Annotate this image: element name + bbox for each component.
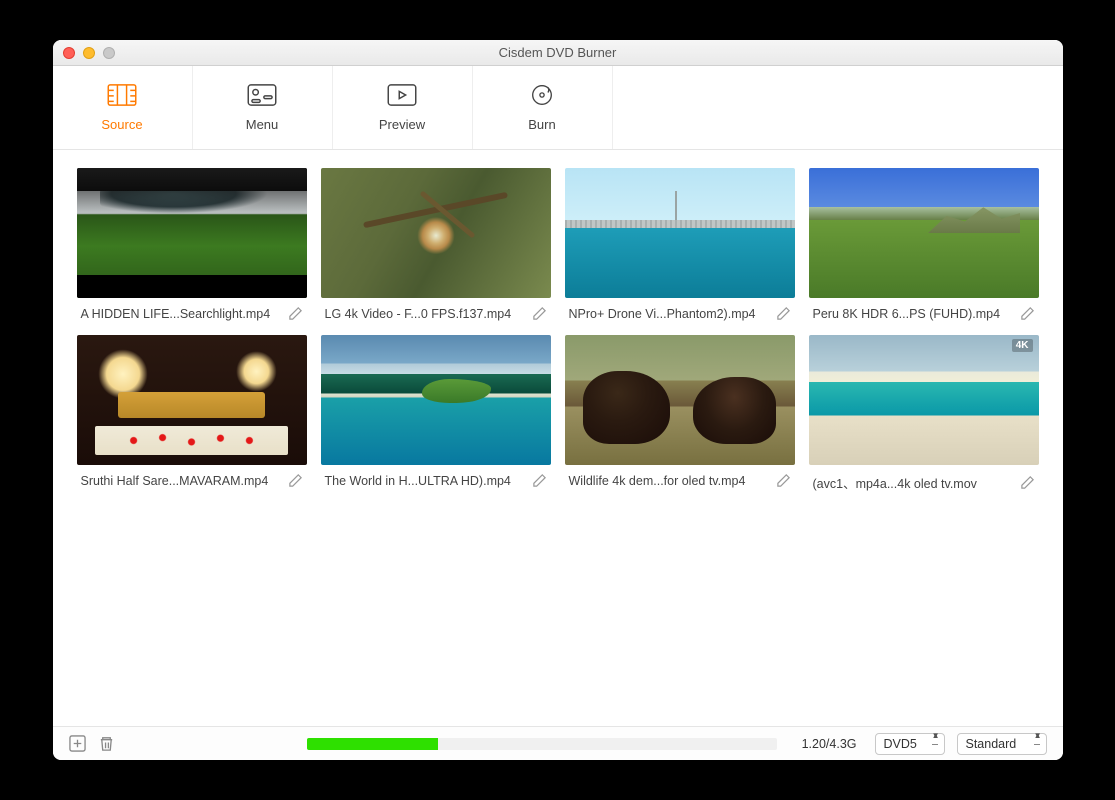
video-thumbnail[interactable]	[77, 335, 307, 465]
close-window-button[interactable]	[63, 47, 75, 59]
video-filename: Sruthi Half Sare...MAVARAM.mp4	[77, 474, 282, 488]
disc-burn-icon	[527, 84, 557, 109]
video-filename: The World in H...ULTRA HD).mp4	[321, 474, 526, 488]
video-item[interactable]: (avc1、mp4a...4k oled tv.mov	[809, 335, 1039, 492]
video-thumbnail[interactable]	[565, 168, 795, 298]
tab-label: Source	[101, 117, 142, 132]
tab-label: Preview	[379, 117, 425, 132]
edit-button[interactable]	[776, 473, 795, 488]
video-thumbnail[interactable]	[565, 335, 795, 465]
traffic-lights	[63, 47, 115, 59]
video-item[interactable]: A HIDDEN LIFE...Searchlight.mp4	[77, 168, 307, 321]
edit-button[interactable]	[1020, 306, 1039, 321]
video-thumbnail[interactable]	[321, 335, 551, 465]
edit-button[interactable]	[288, 473, 307, 488]
capacity-meter	[307, 738, 790, 750]
video-filename: Wildlife 4k dem...for oled tv.mp4	[565, 474, 770, 488]
play-preview-icon	[387, 84, 417, 109]
edit-button[interactable]	[1020, 475, 1039, 490]
video-filename: LG 4k Video - F...0 FPS.f137.mp4	[321, 307, 526, 321]
progress-fill	[307, 738, 439, 750]
video-item[interactable]: Wildlife 4k dem...for oled tv.mp4	[565, 335, 795, 492]
quality-value: Standard	[966, 737, 1017, 751]
edit-button[interactable]	[288, 306, 307, 321]
video-filename: Peru 8K HDR 6...PS (FUHD).mp4	[809, 307, 1014, 321]
tab-menu[interactable]: Menu	[193, 66, 333, 149]
video-item[interactable]: LG 4k Video - F...0 FPS.f137.mp4	[321, 168, 551, 321]
edit-button[interactable]	[532, 473, 551, 488]
window-title: Cisdem DVD Burner	[53, 45, 1063, 60]
tab-burn[interactable]: Burn	[473, 66, 613, 149]
disc-type-select[interactable]: DVD5 ▲▼	[875, 733, 945, 755]
delete-button[interactable]	[98, 735, 115, 752]
app-window: Cisdem DVD Burner Source	[53, 40, 1063, 760]
content-area: A HIDDEN LIFE...Searchlight.mp4 LG 4k Vi…	[53, 150, 1063, 726]
video-item[interactable]: Peru 8K HDR 6...PS (FUHD).mp4	[809, 168, 1039, 321]
video-item[interactable]: NPro+ Drone Vi...Phantom2).mp4	[565, 168, 795, 321]
video-item[interactable]: Sruthi Half Sare...MAVARAM.mp4	[77, 335, 307, 492]
edit-button[interactable]	[776, 306, 795, 321]
minimize-window-button[interactable]	[83, 47, 95, 59]
size-label: 1.20/4.3G	[802, 737, 857, 751]
video-thumbnail[interactable]	[809, 335, 1039, 465]
progress-bar	[307, 738, 777, 750]
video-filename: NPro+ Drone Vi...Phantom2).mp4	[565, 307, 770, 321]
tab-preview[interactable]: Preview	[333, 66, 473, 149]
tab-source[interactable]: Source	[53, 66, 193, 149]
menu-template-icon	[247, 84, 277, 109]
video-item[interactable]: The World in H...ULTRA HD).mp4	[321, 335, 551, 492]
video-thumbnail[interactable]	[321, 168, 551, 298]
footer-bar: 1.20/4.3G DVD5 ▲▼ Standard ▲▼	[53, 726, 1063, 760]
disc-type-value: DVD5	[884, 737, 917, 751]
main-tabs: Source Menu Preview	[53, 66, 1063, 150]
quality-select[interactable]: Standard ▲▼	[957, 733, 1047, 755]
video-filename: (avc1、mp4a...4k oled tv.mov	[809, 473, 1014, 492]
filmstrip-icon	[107, 84, 137, 109]
edit-button[interactable]	[532, 306, 551, 321]
tab-label: Burn	[528, 117, 555, 132]
video-thumbnail[interactable]	[77, 168, 307, 298]
add-button[interactable]	[69, 735, 86, 752]
video-thumbnail[interactable]	[809, 168, 1039, 298]
titlebar: Cisdem DVD Burner	[53, 40, 1063, 66]
tab-label: Menu	[246, 117, 279, 132]
video-grid: A HIDDEN LIFE...Searchlight.mp4 LG 4k Vi…	[77, 168, 1039, 492]
zoom-window-button[interactable]	[103, 47, 115, 59]
video-filename: A HIDDEN LIFE...Searchlight.mp4	[77, 307, 282, 321]
